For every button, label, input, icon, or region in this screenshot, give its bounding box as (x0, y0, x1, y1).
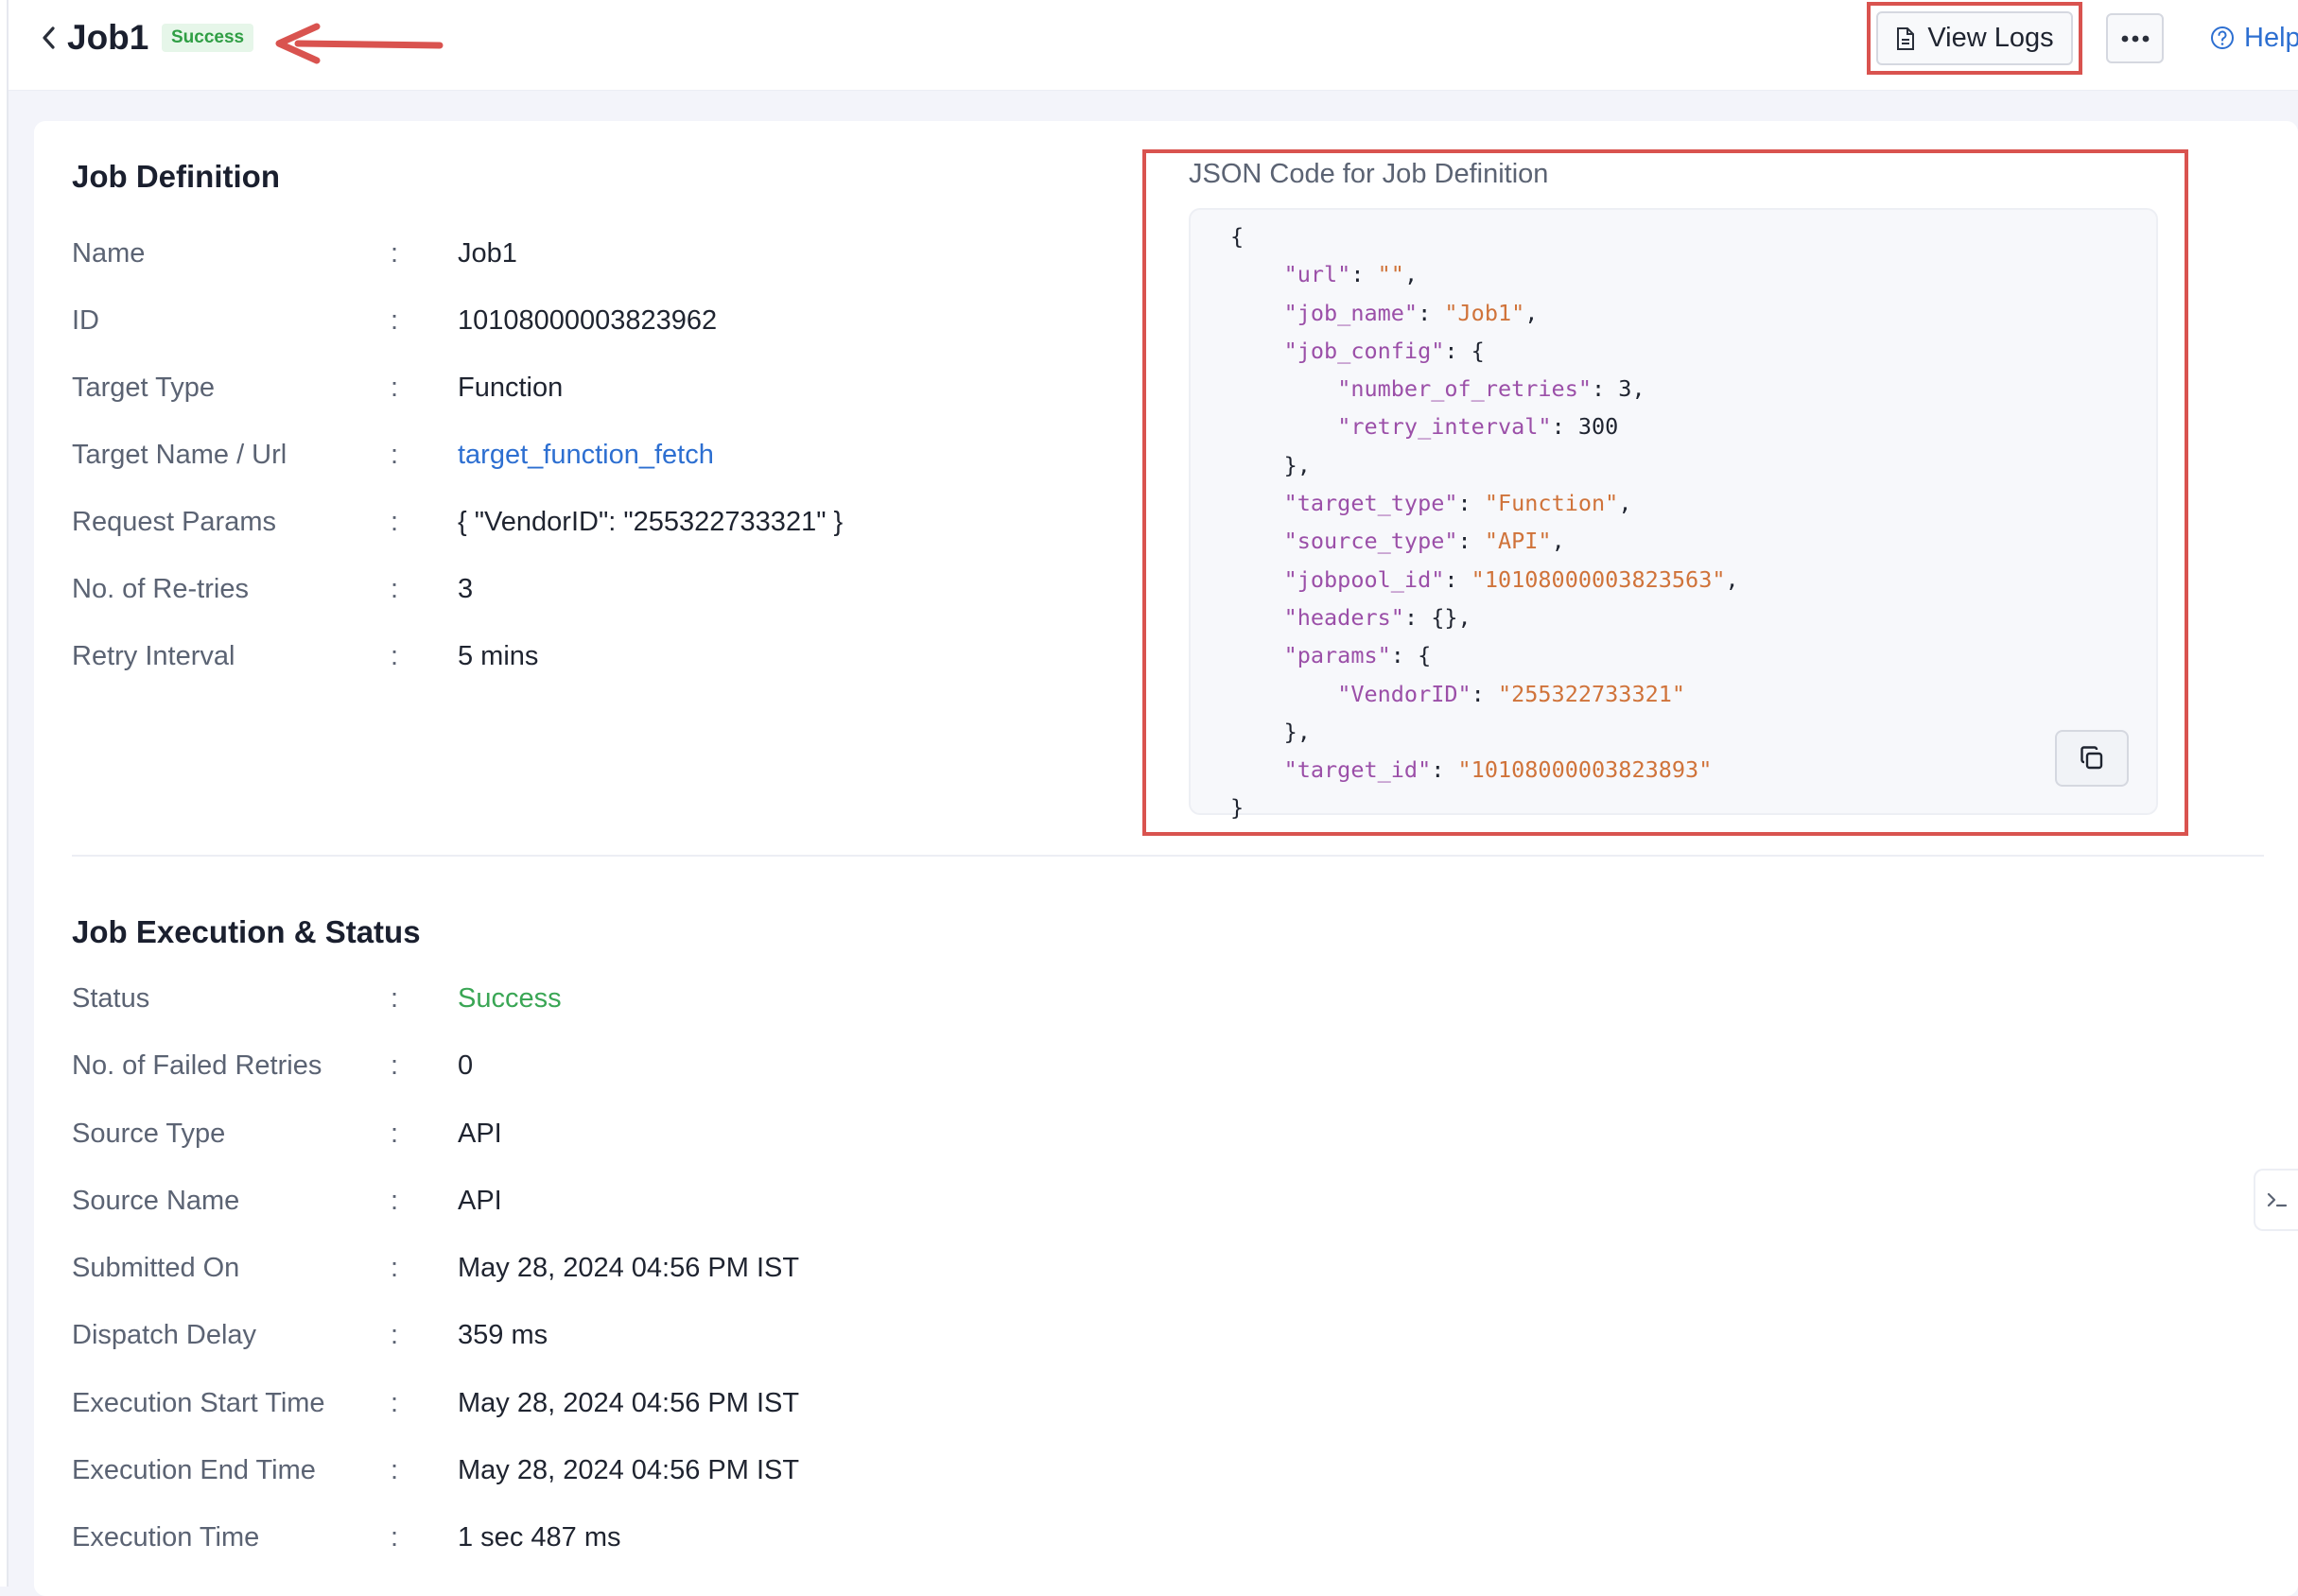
detail-value: 359 ms (458, 1320, 548, 1350)
detail-separator: : (391, 1455, 399, 1485)
detail-label: No. of Failed Retries (72, 1050, 322, 1081)
job-definition-title: Job Definition (72, 159, 280, 194)
detail-value: May 28, 2024 04:56 PM IST (458, 1253, 800, 1283)
detail-separator: : (391, 1320, 399, 1350)
json-code: { "url": "", "job_name": "Job1", "job_co… (1230, 223, 1739, 822)
detail-value: 0 (458, 1050, 474, 1081)
detail-label: Target Name / Url (72, 440, 287, 470)
detail-label: ID (72, 305, 99, 336)
target-name-link[interactable]: target_function_fetch (458, 434, 714, 476)
ellipsis-icon (2121, 35, 2149, 42)
detail-value: API (458, 1119, 502, 1149)
chevron-left-icon (43, 26, 55, 49)
json-code-block: { "url": "", "job_name": "Job1", "job_co… (1189, 208, 2158, 821)
detail-value: 1 sec 487 ms (458, 1522, 621, 1553)
detail-separator: : (391, 641, 399, 671)
terminal-icon (2267, 1192, 2287, 1207)
side-panel-toggle[interactable] (2254, 1169, 2298, 1231)
detail-label: Execution Time (72, 1522, 260, 1553)
detail-value: Job1 (458, 238, 517, 269)
help-label: Help (2244, 22, 2298, 53)
detail-label: Dispatch Delay (72, 1320, 257, 1350)
detail-label: Submitted On (72, 1253, 240, 1283)
detail-label: Request Params (72, 507, 276, 537)
detail-separator: : (391, 1253, 399, 1283)
json-panel-title: JSON Code for Job Definition (1189, 159, 1549, 189)
detail-label: Name (72, 238, 146, 269)
detail-value: Function (458, 373, 564, 403)
back-button[interactable] (29, 19, 67, 57)
detail-label: Source Type (72, 1119, 226, 1149)
detail-separator: : (391, 507, 399, 537)
detail-value: May 28, 2024 04:56 PM IST (458, 1388, 800, 1418)
detail-separator: : (391, 983, 399, 1014)
left-edge (0, 0, 9, 1587)
detail-value: { "VendorID": "255322733321" } (458, 507, 844, 537)
detail-value: 3 (458, 574, 474, 604)
detail-value: 5 mins (458, 641, 539, 671)
detail-separator: : (391, 574, 399, 604)
detail-separator: : (391, 1388, 399, 1418)
detail-value: Success (458, 983, 562, 1014)
copy-icon (2080, 746, 2103, 770)
detail-separator: : (391, 1050, 399, 1081)
detail-separator: : (391, 238, 399, 269)
detail-label: Source Name (72, 1186, 240, 1216)
detail-label: Execution Start Time (72, 1388, 325, 1418)
detail-separator: : (391, 1119, 399, 1149)
status-badge: Success (162, 24, 254, 52)
document-icon (1897, 26, 1915, 50)
detail-separator: : (391, 305, 399, 336)
more-options-button[interactable] (2106, 13, 2164, 63)
detail-label: Execution End Time (72, 1455, 316, 1485)
view-logs-label: View Logs (1927, 23, 2054, 53)
detail-separator: : (391, 373, 399, 403)
detail-separator: : (391, 1522, 399, 1553)
detail-label: Status (72, 983, 150, 1014)
page-header: Job1 Success View Logs Help (9, 0, 2298, 91)
help-link[interactable]: Help (2210, 19, 2298, 57)
detail-value: 10108000003823962 (458, 305, 718, 336)
detail-separator: : (391, 440, 399, 470)
detail-label: Target Type (72, 373, 216, 403)
detail-label: Retry Interval (72, 641, 235, 671)
copy-button[interactable] (2055, 730, 2129, 787)
detail-separator: : (391, 1186, 399, 1216)
section-divider (72, 855, 2264, 857)
detail-label: No. of Re-tries (72, 574, 249, 604)
detail-value: API (458, 1186, 502, 1216)
view-logs-button[interactable]: View Logs (1876, 11, 2073, 65)
question-circle-icon (2211, 26, 2234, 49)
page-title: Job1 (67, 18, 149, 57)
annotation-arrow-icon (275, 23, 444, 64)
job-execution-title: Job Execution & Status (72, 914, 421, 949)
detail-value: May 28, 2024 04:56 PM IST (458, 1455, 800, 1485)
